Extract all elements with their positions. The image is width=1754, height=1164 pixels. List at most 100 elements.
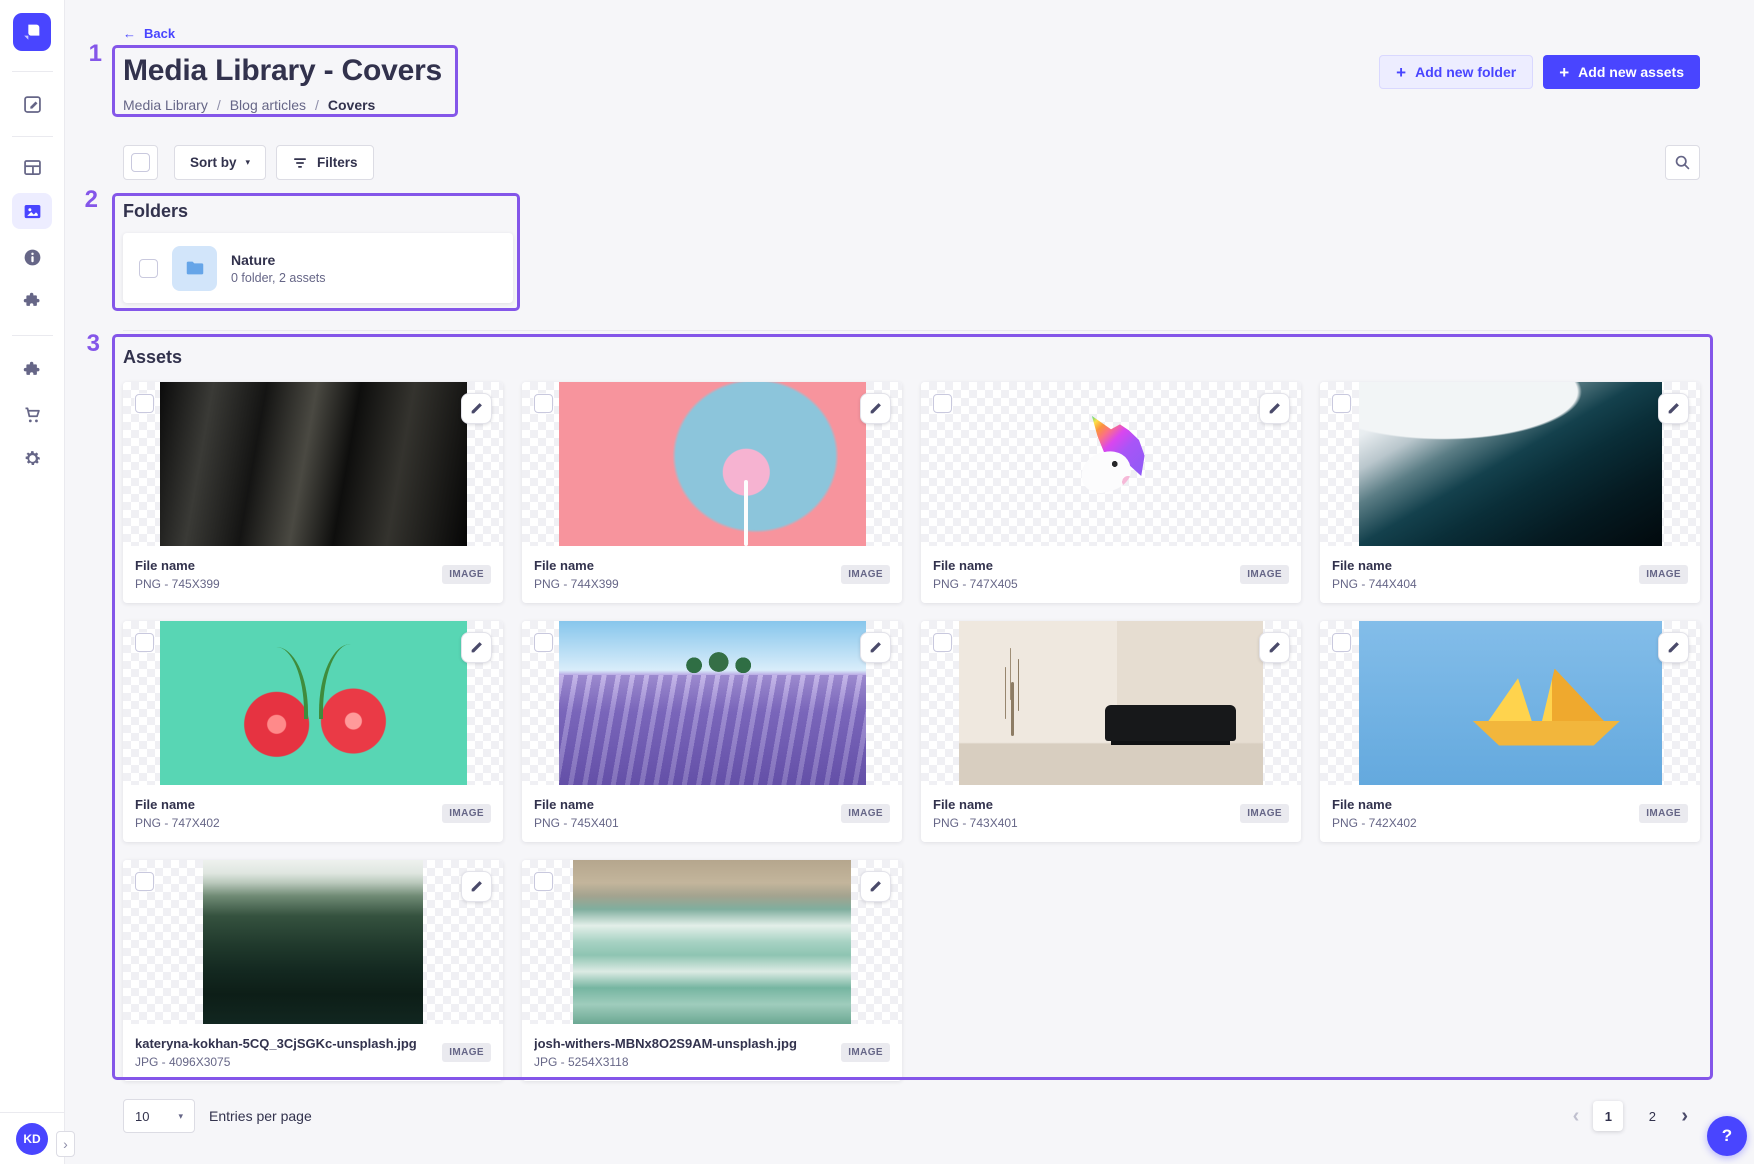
edit-asset-button[interactable] [860, 871, 891, 902]
sidebar-item-content-editor[interactable] [12, 86, 52, 122]
folder-name[interactable]: Nature [231, 252, 326, 268]
asset-checkbox[interactable] [1332, 394, 1351, 413]
header-actions: + Add new folder + Add new assets [1379, 55, 1700, 89]
media-library-icon [22, 201, 43, 222]
assets-heading: Assets [123, 347, 1700, 368]
edit-asset-button[interactable] [1658, 393, 1689, 424]
pencil-icon [1267, 640, 1282, 655]
edit-asset-button[interactable] [1658, 632, 1689, 663]
asset-footer: josh-withers-MBNx8O2S9AM-unsplash.jpg JP… [522, 1024, 902, 1081]
page-button-2[interactable]: 2 [1637, 1101, 1667, 1131]
pencil-icon [868, 401, 883, 416]
asset-checkbox[interactable] [534, 394, 553, 413]
sort-by-button[interactable]: Sort by ▾ [174, 145, 266, 180]
asset-thumbnail[interactable] [1320, 621, 1700, 785]
asset-thumbnail[interactable] [522, 621, 902, 785]
edit-asset-button[interactable] [860, 632, 891, 663]
asset-thumbnail[interactable] [123, 621, 503, 785]
strapi-logo[interactable] [13, 13, 51, 51]
pagination-row: 10 ▾ Entries per page ‹ 1 2 › [123, 1099, 1700, 1133]
filters-button[interactable]: Filters [276, 145, 374, 180]
asset-thumbnail[interactable] [921, 382, 1301, 546]
strapi-logo-icon [21, 21, 43, 43]
sidebar-item-documentation[interactable] [12, 239, 52, 275]
asset-type-badge: IMAGE [841, 804, 890, 823]
asset-texts: josh-withers-MBNx8O2S9AM-unsplash.jpg JP… [534, 1036, 797, 1069]
user-avatar[interactable]: KD [16, 1123, 48, 1155]
asset-type-badge: IMAGE [841, 1043, 890, 1062]
asset-checkbox[interactable] [135, 394, 154, 413]
back-link[interactable]: ← Back [123, 26, 175, 41]
section-divider [123, 330, 1700, 331]
asset-checkbox[interactable] [135, 633, 154, 652]
sidebar-item-settings[interactable] [12, 440, 52, 476]
asset-checkbox[interactable] [933, 633, 952, 652]
folder-card[interactable]: Nature 0 folder, 2 assets [123, 233, 513, 303]
asset-thumbnail[interactable] [522, 860, 902, 1024]
previous-page-button[interactable]: ‹ [1573, 1106, 1580, 1126]
asset-image [559, 382, 866, 546]
asset-card: josh-withers-MBNx8O2S9AM-unsplash.jpg JP… [522, 860, 902, 1081]
asset-file-name: File name [933, 558, 1018, 573]
folder-checkbox[interactable] [139, 259, 158, 278]
asset-file-meta: PNG - 743X401 [933, 816, 1018, 830]
edit-asset-button[interactable] [461, 632, 492, 663]
asset-type-badge: IMAGE [442, 804, 491, 823]
edit-asset-button[interactable] [461, 871, 492, 902]
asset-image [559, 621, 866, 785]
puzzle-icon [22, 291, 43, 312]
page-title: Media Library - Covers [123, 51, 442, 91]
sidebar-item-layout-builder[interactable] [12, 149, 52, 185]
asset-thumbnail[interactable] [1320, 382, 1700, 546]
sidebar-item-purchases[interactable] [12, 396, 52, 432]
edit-asset-button[interactable] [461, 393, 492, 424]
asset-thumbnail[interactable] [921, 621, 1301, 785]
asset-footer: File name PNG - 744X399 IMAGE [522, 546, 902, 603]
asset-file-name: File name [933, 797, 1018, 812]
breadcrumb-separator: / [217, 97, 221, 113]
asset-footer: File name PNG - 744X404 IMAGE [1320, 546, 1700, 603]
page-button-1[interactable]: 1 [1593, 1101, 1623, 1131]
edit-asset-button[interactable] [860, 393, 891, 424]
sidebar-item-marketplace[interactable] [12, 352, 52, 388]
entries-per-page-select[interactable]: 10 ▾ [123, 1099, 195, 1133]
next-page-button[interactable]: › [1681, 1106, 1688, 1126]
add-new-assets-button[interactable]: + Add new assets [1543, 55, 1700, 89]
asset-checkbox[interactable] [1332, 633, 1351, 652]
asset-thumbnail[interactable] [123, 860, 503, 1024]
sidebar-item-media-library[interactable] [12, 193, 52, 229]
folder-list: Nature 0 folder, 2 assets [123, 233, 1700, 303]
sidebar-expand-button[interactable]: › [56, 1131, 75, 1157]
help-button[interactable]: ? [1707, 1116, 1747, 1156]
asset-file-name: josh-withers-MBNx8O2S9AM-unsplash.jpg [534, 1036, 797, 1051]
select-all-checkbox-wrap[interactable] [123, 145, 158, 180]
asset-image [160, 621, 467, 785]
add-new-assets-label: Add new assets [1578, 64, 1684, 80]
asset-footer: File name PNG - 747X402 IMAGE [123, 785, 503, 842]
sidebar-item-plugins[interactable] [12, 283, 52, 319]
entries-value: 10 [135, 1109, 149, 1124]
asset-checkbox[interactable] [135, 872, 154, 891]
folder-meta: 0 folder, 2 assets [231, 271, 326, 285]
asset-file-name: kateryna-kokhan-5CQ_3CjSGKc-unsplash.jpg [135, 1036, 417, 1051]
asset-checkbox[interactable] [933, 394, 952, 413]
asset-card: kateryna-kokhan-5CQ_3CjSGKc-unsplash.jpg… [123, 860, 503, 1081]
search-button[interactable] [1665, 145, 1700, 180]
add-new-folder-button[interactable]: + Add new folder [1379, 55, 1533, 89]
pencil-icon [1666, 401, 1681, 416]
edit-asset-button[interactable] [1259, 393, 1290, 424]
select-all-checkbox[interactable] [131, 153, 150, 172]
asset-checkbox[interactable] [534, 872, 553, 891]
breadcrumb-item[interactable]: Media Library [123, 97, 208, 113]
folder-icon-box[interactable] [172, 246, 217, 291]
asset-grid: File name PNG - 745X399 IMAGE [123, 382, 1700, 1081]
asset-checkbox[interactable] [534, 633, 553, 652]
edit-asset-button[interactable] [1259, 632, 1290, 663]
asset-thumbnail[interactable] [123, 382, 503, 546]
breadcrumb-item[interactable]: Blog articles [230, 97, 306, 113]
asset-file-name: File name [534, 558, 619, 573]
asset-texts: File name PNG - 747X405 [933, 558, 1018, 591]
entries-label: Entries per page [209, 1108, 312, 1124]
asset-image [160, 382, 467, 546]
asset-thumbnail[interactable] [522, 382, 902, 546]
